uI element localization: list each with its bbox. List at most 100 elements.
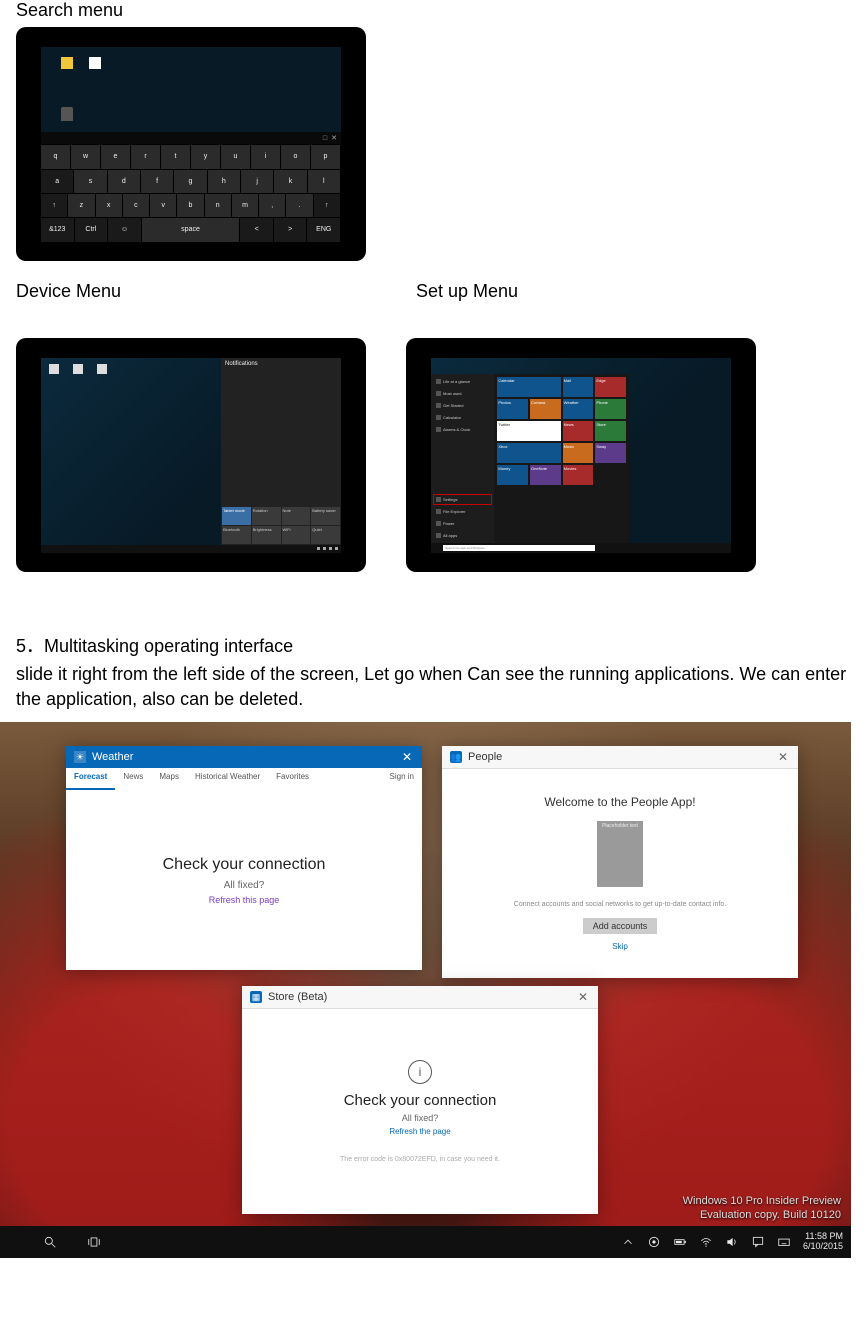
start-left-item: File Explorer xyxy=(434,507,491,516)
people-skip-link[interactable]: Skip xyxy=(612,942,628,951)
tray-keyboard-icon[interactable] xyxy=(777,1235,791,1249)
label-device-menu: Device Menu xyxy=(16,281,416,302)
start-tile: Twitter xyxy=(497,421,560,441)
action-center-title: Notifications xyxy=(221,358,341,370)
start-tile: Calendar xyxy=(497,377,560,397)
key-shift: ↑ xyxy=(41,194,68,217)
quick-action-tile: Tablet mode xyxy=(222,507,251,525)
store-refresh-link[interactable]: Refresh the page xyxy=(389,1127,450,1136)
screenshot-setup-menu: Life at a glance Most used Get Started C… xyxy=(406,338,756,572)
people-title: People xyxy=(468,751,502,763)
tab-maps[interactable]: Maps xyxy=(151,768,187,790)
tray-action-center-icon[interactable] xyxy=(751,1235,765,1249)
key-l: l xyxy=(308,170,341,193)
section-5-heading: 5．Multitasking operating interface xyxy=(16,632,851,658)
desktop-icon xyxy=(97,364,107,374)
weather-refresh-link[interactable]: Refresh this page xyxy=(209,895,280,905)
tray-location-icon[interactable] xyxy=(647,1235,661,1249)
quick-action-tile: Brightness xyxy=(252,526,281,544)
store-sub-text: All fixed? xyxy=(402,1113,439,1123)
start-menu: Life at a glance Most used Get Started C… xyxy=(431,374,629,543)
info-icon: i xyxy=(408,1060,432,1084)
store-error-code: The error code is 0x80072EFD, in case yo… xyxy=(340,1156,500,1163)
start-tile: Mail xyxy=(563,377,594,397)
quick-action-tile: Bluetooth xyxy=(222,526,251,544)
start-left-item: Alarms & Clock xyxy=(434,425,491,434)
people-welcome: Welcome to the People App! xyxy=(544,795,695,809)
key-d: d xyxy=(108,170,141,193)
app-card-weather: ☀ Weather ✕ Forecast News Maps Historica… xyxy=(66,746,422,970)
key-comma: , xyxy=(259,194,286,217)
close-icon[interactable]: ✕ xyxy=(396,746,418,768)
store-icon: ▦ xyxy=(250,991,262,1003)
store-title: Store (Beta) xyxy=(268,991,327,1003)
key-g: g xyxy=(174,170,207,193)
start-tile: Sway xyxy=(595,443,626,463)
start-button[interactable] xyxy=(0,1226,28,1258)
start-tile: Xbox xyxy=(497,443,560,463)
search-icon[interactable] xyxy=(28,1226,72,1258)
quick-action-tile: WiFi xyxy=(282,526,311,544)
task-view-icon[interactable] xyxy=(72,1226,116,1258)
label-search-menu: Search menu xyxy=(16,0,851,21)
key-period: . xyxy=(286,194,313,217)
app-card-people: 👥 People ✕ Welcome to the People App! Pl… xyxy=(442,746,798,978)
app-card-store: ▦ Store (Beta) ✕ i Check your connection… xyxy=(242,986,598,1214)
key-z: z xyxy=(68,194,95,217)
add-accounts-button[interactable]: Add accounts xyxy=(583,918,658,934)
key-s: s xyxy=(74,170,107,193)
tab-historical[interactable]: Historical Weather xyxy=(187,768,268,790)
start-left-item: Life at a glance xyxy=(434,377,491,386)
signin-link[interactable]: Sign in xyxy=(382,768,422,790)
close-icon[interactable]: ✕ xyxy=(572,986,594,1008)
tray-battery-icon[interactable] xyxy=(673,1235,687,1249)
store-check-text: Check your connection xyxy=(344,1092,497,1109)
desktop-icon xyxy=(61,57,73,69)
start-tile: OneNote xyxy=(530,465,561,485)
weather-title: Weather xyxy=(92,751,133,763)
tray-clock[interactable]: 11:58 PM 6/10/2015 xyxy=(803,1232,843,1252)
key-q: q xyxy=(41,145,71,168)
tray-wifi-icon[interactable] xyxy=(699,1235,713,1249)
key-t: t xyxy=(161,145,191,168)
taskbar-mini xyxy=(41,545,341,553)
weather-icon: ☀ xyxy=(74,751,86,763)
start-left-item: Get Started xyxy=(434,401,491,410)
tray-volume-icon[interactable] xyxy=(725,1235,739,1249)
close-icon[interactable]: ✕ xyxy=(772,746,794,768)
key-p: p xyxy=(311,145,341,168)
desktop-icon xyxy=(73,364,83,374)
tray-chevron-up-icon[interactable] xyxy=(621,1235,635,1249)
desktop-icon xyxy=(89,57,101,69)
key-left: < xyxy=(240,218,274,241)
start-tile: Music xyxy=(563,443,594,463)
taskbar-mini: Search the web and Windows xyxy=(431,543,731,553)
people-avatar-placeholder: Placeholder text xyxy=(597,821,643,887)
start-tile: Money xyxy=(497,465,528,485)
key-i: i xyxy=(251,145,281,168)
tab-news[interactable]: News xyxy=(115,768,151,790)
quick-action-tile: Battery saver xyxy=(311,507,340,525)
key-k: k xyxy=(274,170,307,193)
start-left-item-settings: Settings xyxy=(434,495,491,504)
key-e: e xyxy=(101,145,131,168)
key-numsym: &123 xyxy=(41,218,75,241)
start-left-item: Most used xyxy=(434,389,491,398)
key-m: m xyxy=(232,194,259,217)
key-x: x xyxy=(96,194,123,217)
key-w: w xyxy=(71,145,101,168)
key-a: a xyxy=(41,170,74,193)
screenshot-device-menu: Notifications Tablet mode Rotation Note … xyxy=(16,338,366,572)
key-y: y xyxy=(191,145,221,168)
tab-favorites[interactable]: Favorites xyxy=(268,768,317,790)
quick-action-tile: Rotation xyxy=(252,507,281,525)
key-f: f xyxy=(141,170,174,193)
key-n: n xyxy=(205,194,232,217)
taskbar: 11:58 PM 6/10/2015 xyxy=(0,1226,851,1258)
desktop-icon xyxy=(49,364,59,374)
key-lang: ENG xyxy=(307,218,341,241)
key-o: o xyxy=(281,145,311,168)
tab-forecast[interactable]: Forecast xyxy=(66,768,115,790)
start-tile: Movies xyxy=(563,465,594,485)
key-j: j xyxy=(241,170,274,193)
